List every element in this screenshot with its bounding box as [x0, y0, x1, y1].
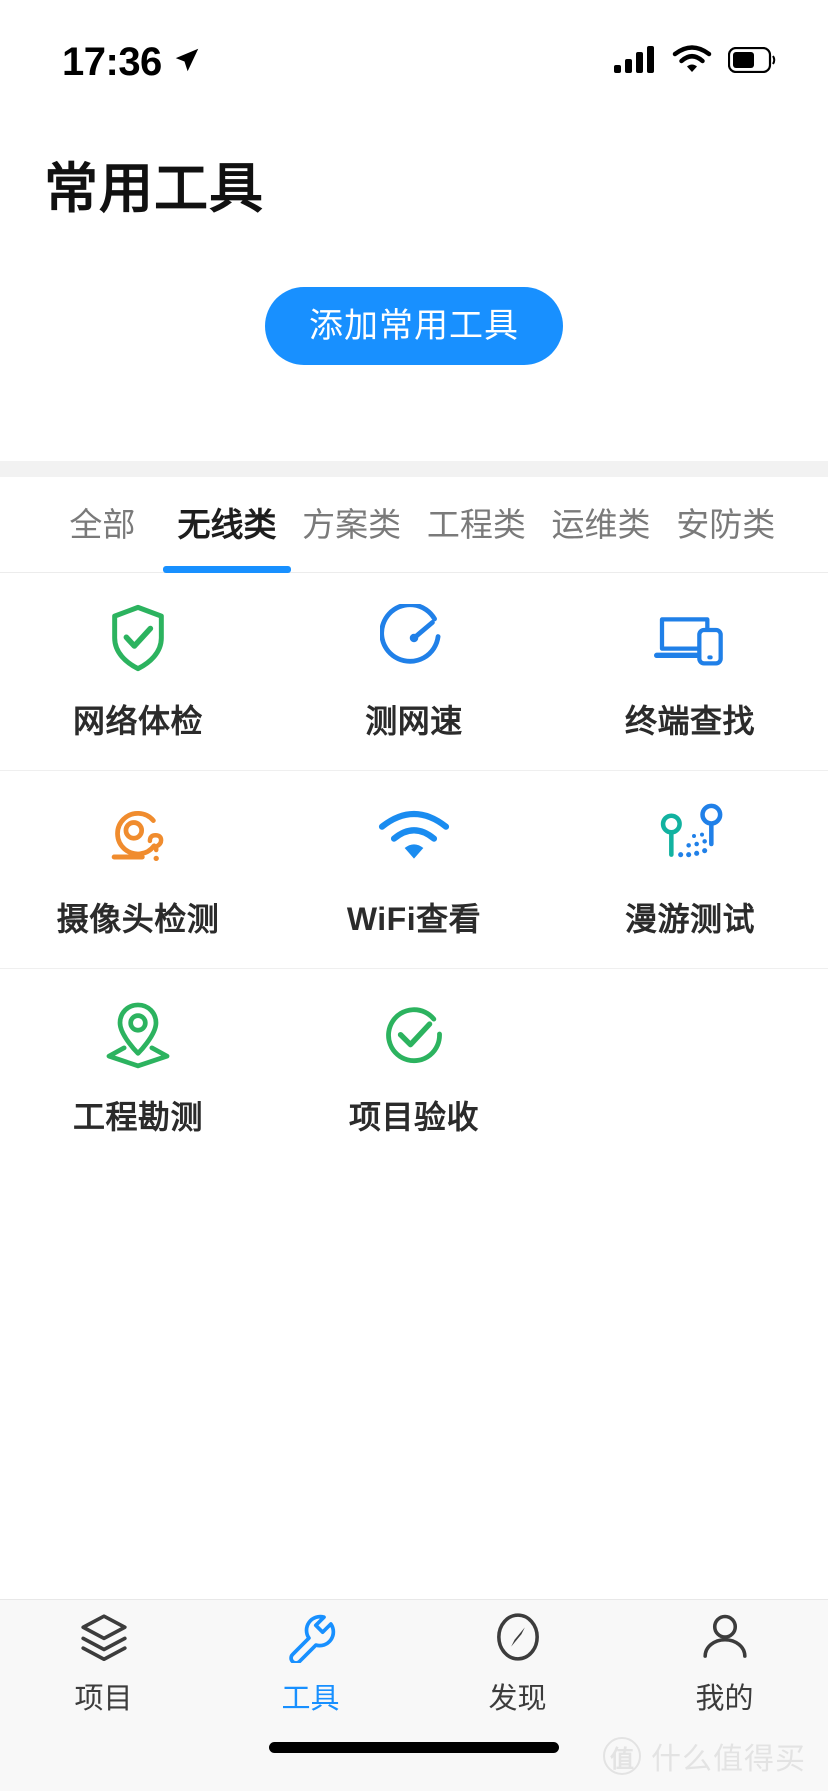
circle-check-icon [378, 998, 450, 1070]
compass-icon [492, 1611, 544, 1663]
nav-label: 我的 [695, 1683, 754, 1715]
nav-item-projects[interactable]: 项目 [0, 1611, 207, 1717]
bottom-bar: 项目 工具 发现 我的 值 什么值得买 [0, 1599, 828, 1791]
tab-operations[interactable]: 运维类 [539, 498, 664, 572]
watermark-text: 什么值得买 [651, 1743, 806, 1776]
nav-item-discover[interactable]: 发现 [414, 1611, 621, 1717]
tool-label: 摄像头检测 [56, 900, 220, 937]
wifi-signal-icon [378, 800, 450, 872]
wifi-icon [672, 44, 712, 80]
tool-item-roaming-test[interactable]: 漫游测试 [552, 771, 828, 968]
tool-item-speed-test[interactable]: 测网速 [276, 573, 552, 770]
nav-label: 发现 [488, 1683, 547, 1715]
tool-item-terminal-finder[interactable]: 终端查找 [552, 573, 828, 770]
status-bar-right [614, 44, 776, 80]
tool-row: 工程勘测 项目验收 [0, 969, 828, 1167]
tool-label: 测网速 [365, 702, 463, 739]
add-tool-row: 添加常用工具 [0, 223, 828, 365]
home-indicator-area: 值 什么值得买 [0, 1728, 828, 1791]
status-time: 17:36 [62, 40, 162, 84]
tool-grid: 网络体检 测网速 终端查找 摄像头检测 WiFi查看 漫游测试 工程勘测 项目验… [0, 573, 828, 1167]
tab-solution[interactable]: 方案类 [289, 498, 414, 572]
tool-item-engineering-survey[interactable]: 工程勘测 [0, 969, 276, 1167]
person-icon [699, 1611, 751, 1663]
tool-label: WiFi查看 [346, 900, 482, 937]
bottom-navigation: 项目 工具 发现 我的 [0, 1600, 828, 1728]
nav-item-tools[interactable]: 工具 [207, 1611, 414, 1717]
tool-label: 网络体检 [72, 702, 203, 739]
tool-label: 工程勘测 [72, 1099, 203, 1135]
battery-icon [727, 46, 776, 78]
nav-label: 工具 [281, 1683, 340, 1715]
location-arrow-icon [172, 45, 202, 80]
laptop-phone-icon [654, 602, 726, 674]
home-indicator[interactable] [269, 1742, 559, 1753]
tool-item-wifi-view[interactable]: WiFi查看 [276, 771, 552, 968]
shield-check-icon [102, 602, 174, 674]
tool-row: 摄像头检测 WiFi查看 漫游测试 [0, 771, 828, 969]
tab-engineering[interactable]: 工程类 [414, 498, 539, 572]
cellular-signal-icon [614, 45, 656, 80]
tool-row: 网络体检 测网速 终端查找 [0, 573, 828, 771]
watermark: 值 什么值得买 [603, 1734, 806, 1778]
status-bar-left: 17:36 [62, 42, 202, 82]
tool-item-camera-detect[interactable]: 摄像头检测 [0, 771, 276, 968]
nav-item-profile[interactable]: 我的 [621, 1611, 828, 1717]
roaming-pins-icon [654, 800, 726, 872]
camera-lens-question-icon [102, 800, 174, 872]
tool-item-network-check[interactable]: 网络体检 [0, 573, 276, 770]
layers-icon [77, 1611, 131, 1663]
category-tabs: 全部 无线类 方案类 工程类 运维类 安防类 [0, 477, 828, 573]
status-bar: 17:36 [0, 0, 828, 96]
map-pin-survey-icon [102, 998, 174, 1070]
tab-all[interactable]: 全部 [40, 498, 165, 572]
wrench-icon [285, 1611, 337, 1663]
tool-label: 漫游测试 [624, 900, 755, 937]
tool-item-empty-slot [552, 969, 828, 1167]
page-header: 常用工具 [0, 96, 828, 223]
add-common-tool-button[interactable]: 添加常用工具 [265, 287, 563, 365]
watermark-badge: 值 [603, 1737, 641, 1775]
tab-wireless[interactable]: 无线类 [165, 498, 290, 572]
tool-item-project-acceptance[interactable]: 项目验收 [276, 969, 552, 1167]
tab-security[interactable]: 安防类 [663, 498, 788, 572]
nav-label: 项目 [74, 1683, 133, 1715]
tool-label: 项目验收 [348, 1099, 479, 1135]
tool-label: 终端查找 [624, 702, 755, 739]
speedometer-icon [378, 602, 450, 674]
page-title: 常用工具 [44, 159, 264, 219]
section-divider [0, 461, 828, 477]
